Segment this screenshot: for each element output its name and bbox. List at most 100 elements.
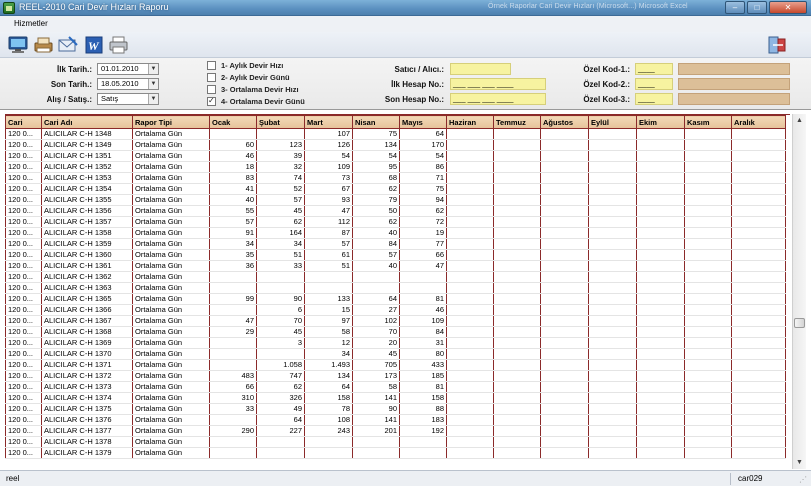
table-row[interactable]: 120 0... ALICILAR C-H 1377 Ortalama Gün 290… bbox=[5, 425, 786, 437]
table-cell: ALICILAR C-H 1370 bbox=[41, 348, 133, 360]
table-row[interactable]: 120 0... ALICILAR C-H 1355 Ortalama Gün 40 5… bbox=[5, 194, 786, 206]
table-row[interactable]: 120 0... ALICILAR C-H 1353 Ortalama Gün 83 7… bbox=[5, 172, 786, 184]
vertical-scrollbar[interactable]: ▲ ▼ bbox=[792, 114, 806, 469]
column-header[interactable]: Ekim bbox=[636, 115, 685, 129]
table-row[interactable]: 120 0... ALICILAR C-H 1372 Ortalama Gün 483… bbox=[5, 370, 786, 382]
table-row[interactable]: 120 0... ALICILAR C-H 1361 Ortalama Gün 36 3… bbox=[5, 260, 786, 272]
table-row[interactable]: 120 0... ALICILAR C-H 1362 Ortalama Gün bbox=[5, 271, 786, 283]
column-header[interactable]: Ocak bbox=[209, 115, 257, 129]
table-row[interactable]: 120 0... ALICILAR C-H 1363 Ortalama Gün bbox=[5, 282, 786, 294]
table-row[interactable]: 120 0... ALICILAR C-H 1357 Ortalama Gün 57 6… bbox=[5, 216, 786, 228]
minimize-button[interactable]: – bbox=[725, 1, 745, 14]
table-cell bbox=[209, 128, 257, 140]
column-header[interactable]: Nisan bbox=[352, 115, 400, 129]
menu-hizmetler[interactable]: Hizmetler bbox=[14, 19, 48, 28]
column-header[interactable]: Haziran bbox=[446, 115, 494, 129]
table-row[interactable]: 120 0... ALICILAR C-H 1373 Ortalama Gün 66 6… bbox=[5, 381, 786, 393]
scroll-thumb[interactable] bbox=[794, 318, 805, 328]
table-row[interactable]: 120 0... ALICILAR C-H 1368 Ortalama Gün 29 4… bbox=[5, 326, 786, 338]
column-header[interactable]: Kasım bbox=[684, 115, 732, 129]
table-row[interactable]: 120 0... ALICILAR C-H 1356 Ortalama Gün 55 4… bbox=[5, 205, 786, 217]
column-header[interactable]: Temmuz bbox=[493, 115, 541, 129]
table-row[interactable]: 120 0... ALICILAR C-H 1358 Ortalama Gün 91 1… bbox=[5, 227, 786, 239]
ozel-kod-3-field[interactable]: ____ bbox=[635, 93, 673, 105]
table-cell: 93 bbox=[304, 194, 353, 206]
table-row[interactable]: 120 0... ALICILAR C-H 1371 Ortalama Gün 1.0… bbox=[5, 359, 786, 371]
table-cell bbox=[636, 414, 685, 426]
option-2-checkbox[interactable] bbox=[207, 73, 216, 82]
table-cell bbox=[540, 161, 589, 173]
satici-alici-field[interactable] bbox=[450, 63, 511, 75]
chevron-down-icon[interactable]: ▼ bbox=[148, 94, 158, 104]
table-row[interactable]: 120 0... ALICILAR C-H 1352 Ortalama Gün 18 3… bbox=[5, 161, 786, 173]
table-row[interactable]: 120 0... ALICILAR C-H 1375 Ortalama Gün 33 4… bbox=[5, 403, 786, 415]
printer-icon[interactable] bbox=[108, 35, 128, 55]
table-row[interactable]: 120 0... ALICILAR C-H 1354 Ortalama Gün 41 5… bbox=[5, 183, 786, 195]
scroll-up-icon[interactable]: ▲ bbox=[793, 114, 806, 127]
table-cell bbox=[731, 150, 786, 162]
column-header[interactable]: Ağustos bbox=[540, 115, 589, 129]
table-cell: 64 bbox=[352, 293, 400, 305]
ilk-hesap-field[interactable]: ___ ___ ___ ____ bbox=[450, 78, 546, 90]
table-cell bbox=[636, 194, 685, 206]
column-header[interactable]: Mayıs bbox=[399, 115, 447, 129]
close-button[interactable]: ✕ bbox=[769, 1, 807, 14]
table-row[interactable]: 120 0... ALICILAR C-H 1360 Ortalama Gün 35 5… bbox=[5, 249, 786, 261]
table-cell: 120 0... bbox=[5, 238, 42, 250]
table-cell bbox=[446, 337, 494, 349]
table-cell: 61 bbox=[304, 249, 353, 261]
table-row[interactable]: 120 0... ALICILAR C-H 1351 Ortalama Gün 46 3… bbox=[5, 150, 786, 162]
table-row[interactable]: 120 0... ALICILAR C-H 1359 Ortalama Gün 34 3… bbox=[5, 238, 786, 250]
table-cell bbox=[446, 150, 494, 162]
option-1-checkbox[interactable] bbox=[207, 61, 216, 70]
report-grid[interactable]: Cari Cari Adı Rapor Tipi Ocak Şubat Mart Nisan… bbox=[5, 114, 790, 469]
table-row[interactable]: 120 0... ALICILAR C-H 1348 Ortalama Gün 107… bbox=[5, 128, 786, 140]
table-cell: 32 bbox=[256, 161, 305, 173]
table-row[interactable]: 120 0... ALICILAR C-H 1349 Ortalama Gün 60 1… bbox=[5, 139, 786, 151]
table-cell bbox=[446, 326, 494, 338]
print-preview-icon[interactable] bbox=[33, 35, 53, 55]
table-cell bbox=[588, 403, 637, 415]
column-header[interactable]: Cari Adı bbox=[41, 115, 133, 129]
table-row[interactable]: 120 0... ALICILAR C-H 1378 Ortalama Gün bbox=[5, 436, 786, 448]
table-cell: 66 bbox=[399, 249, 447, 261]
ilk-tarih-field[interactable]: 01.01.2010 ▼ bbox=[97, 63, 159, 75]
column-header[interactable]: Rapor Tipi bbox=[132, 115, 210, 129]
table-cell: 120 0... bbox=[5, 414, 42, 426]
table-cell: ALICILAR C-H 1372 bbox=[41, 370, 133, 382]
table-row[interactable]: 120 0... ALICILAR C-H 1379 Ortalama Gün bbox=[5, 447, 786, 459]
column-header[interactable]: Cari bbox=[5, 115, 42, 129]
title-bar: REEL-2010 Cari Devir Hızları Raporu Örne… bbox=[0, 0, 811, 16]
column-header[interactable]: Eylül bbox=[588, 115, 637, 129]
table-row[interactable]: 120 0... ALICILAR C-H 1376 Ortalama Gün 64 1… bbox=[5, 414, 786, 426]
alis-satis-select[interactable]: Satış ▼ bbox=[97, 93, 159, 105]
son-tarih-field[interactable]: 18.05.2010 ▼ bbox=[97, 78, 159, 90]
option-4-checkbox[interactable] bbox=[207, 96, 216, 106]
ozel-kod-2-field[interactable]: ____ bbox=[635, 78, 673, 90]
table-row[interactable]: 120 0... ALICILAR C-H 1374 Ortalama Gün 310… bbox=[5, 392, 786, 404]
column-header[interactable]: Aralık bbox=[731, 115, 786, 129]
table-cell bbox=[446, 392, 494, 404]
table-cell bbox=[446, 436, 494, 448]
table-row[interactable]: 120 0... ALICILAR C-H 1365 Ortalama Gün 99 9… bbox=[5, 293, 786, 305]
chevron-down-icon[interactable]: ▼ bbox=[148, 64, 158, 74]
monitor-icon[interactable] bbox=[8, 35, 28, 55]
option-3-checkbox[interactable] bbox=[207, 85, 216, 94]
word-icon[interactable]: W bbox=[84, 35, 104, 55]
maximize-button[interactable]: □ bbox=[747, 1, 767, 14]
column-header[interactable]: Şubat bbox=[256, 115, 305, 129]
resize-grip-icon[interactable]: ⋰ bbox=[799, 475, 809, 485]
chevron-down-icon[interactable]: ▼ bbox=[148, 79, 158, 89]
scroll-down-icon[interactable]: ▼ bbox=[793, 456, 806, 469]
ozel-kod-1-field[interactable]: ____ bbox=[635, 63, 673, 75]
son-hesap-field[interactable]: ___ ___ ___ ____ bbox=[450, 93, 546, 105]
table-row[interactable]: 120 0... ALICILAR C-H 1370 Ortalama Gün 34 4… bbox=[5, 348, 786, 360]
table-row[interactable]: 120 0... ALICILAR C-H 1367 Ortalama Gün 47 7… bbox=[5, 315, 786, 327]
table-row[interactable]: 120 0... ALICILAR C-H 1366 Ortalama Gün 6 15… bbox=[5, 304, 786, 316]
table-row[interactable]: 120 0... ALICILAR C-H 1369 Ortalama Gün 3 12… bbox=[5, 337, 786, 349]
column-header[interactable]: Mart bbox=[304, 115, 353, 129]
table-cell: 120 0... bbox=[5, 139, 42, 151]
envelope-icon[interactable] bbox=[57, 35, 78, 55]
table-cell bbox=[731, 128, 786, 140]
exit-icon[interactable] bbox=[767, 36, 789, 54]
